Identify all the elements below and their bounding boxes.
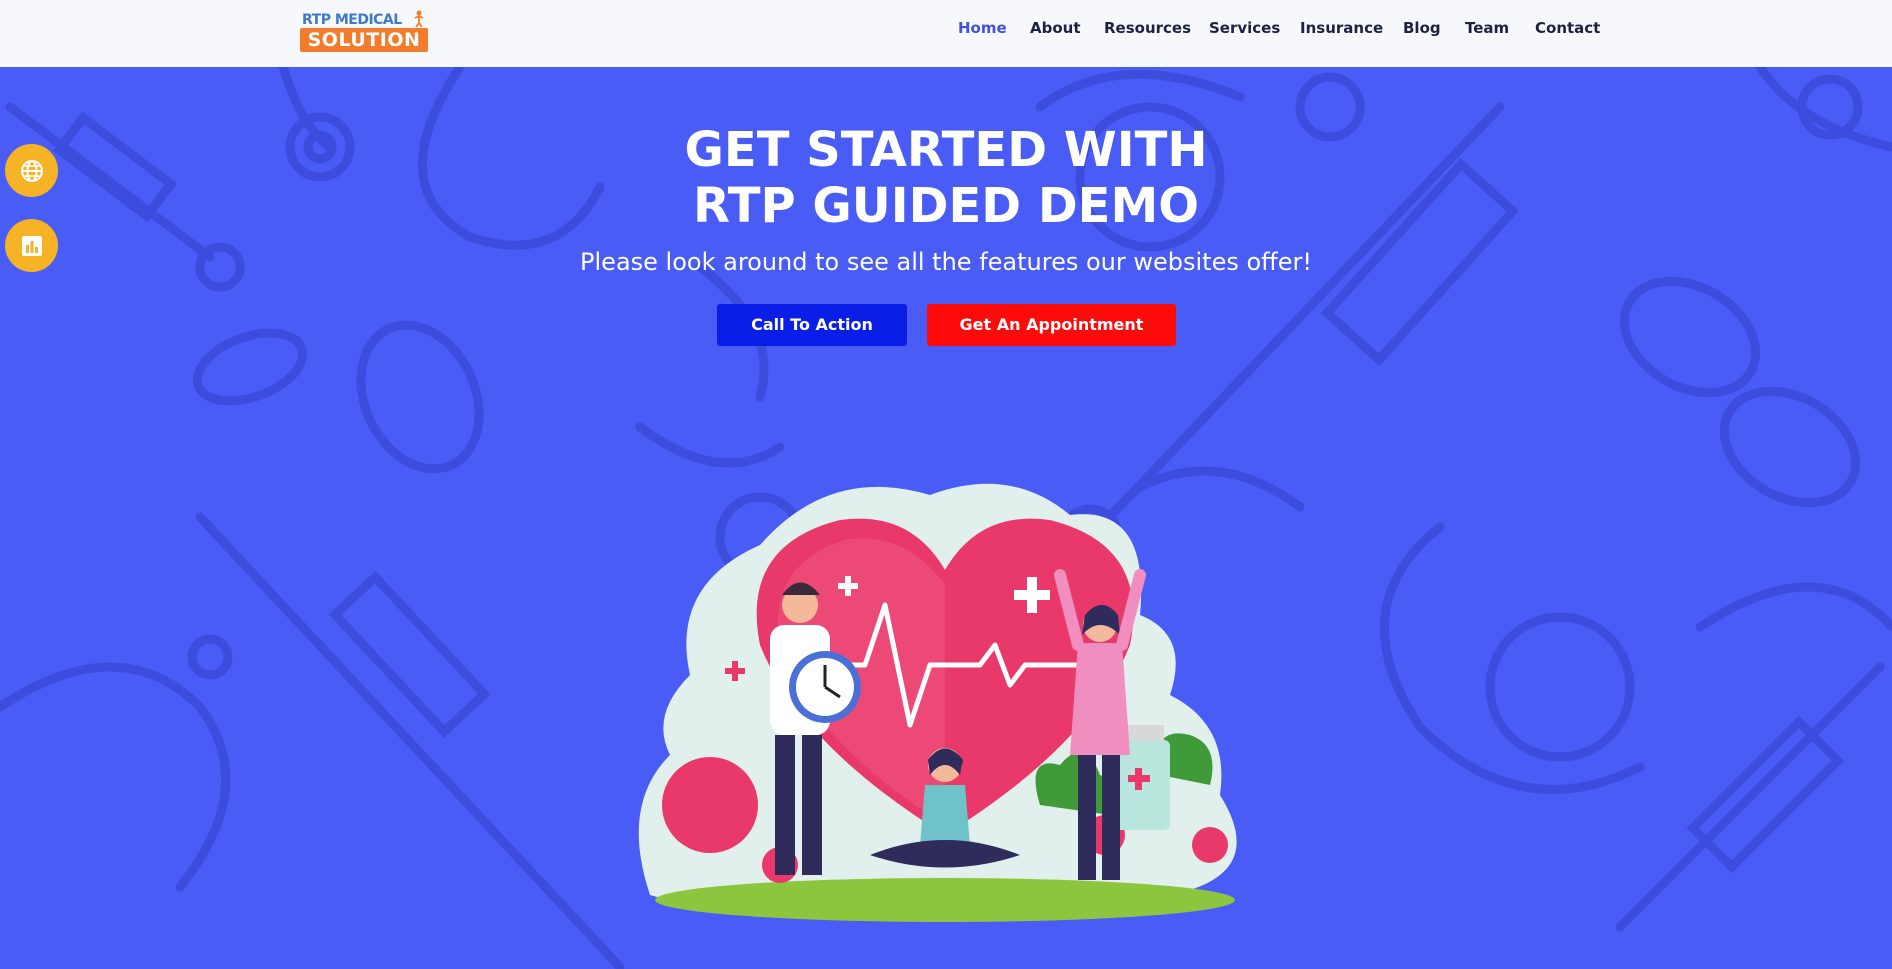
nav-contact[interactable]: Contact [1535, 19, 1600, 37]
hero-title-line-2: RTP GUIDED DEMO [692, 178, 1200, 234]
nav-resources[interactable]: Resources [1104, 19, 1191, 37]
health-illustration [638, 483, 1237, 922]
top-navbar: RTP MEDICAL SOLUTION Home About Resource… [0, 0, 1892, 67]
nav-team[interactable]: Team [1465, 19, 1509, 37]
side-chart-button[interactable] [5, 219, 58, 272]
logo-text-top: RTP MEDICAL [302, 12, 402, 28]
side-globe-button[interactable] [5, 144, 58, 197]
call-to-action-button[interactable]: Call To Action [717, 304, 907, 346]
nav-about[interactable]: About [1030, 19, 1081, 37]
get-appointment-button[interactable]: Get An Appointment [927, 304, 1176, 346]
nav-services[interactable]: Services [1209, 19, 1280, 37]
logo-text-bottom: SOLUTION [300, 28, 428, 52]
hero-subtitle: Please look around to see all the featur… [580, 248, 1312, 276]
nav-home[interactable]: Home [958, 19, 1007, 37]
bar-chart-icon [21, 235, 42, 256]
globe-icon [20, 159, 43, 182]
hero-title-line-1: GET STARTED WITH [684, 122, 1208, 178]
logo-figure-icon [414, 10, 424, 28]
hero-title: GET STARTED WITH RTP GUIDED DEMO [0, 122, 1892, 234]
nav-blog[interactable]: Blog [1403, 19, 1441, 37]
site-logo[interactable]: RTP MEDICAL SOLUTION [300, 10, 428, 52]
nav-insurance[interactable]: Insurance [1300, 19, 1383, 37]
